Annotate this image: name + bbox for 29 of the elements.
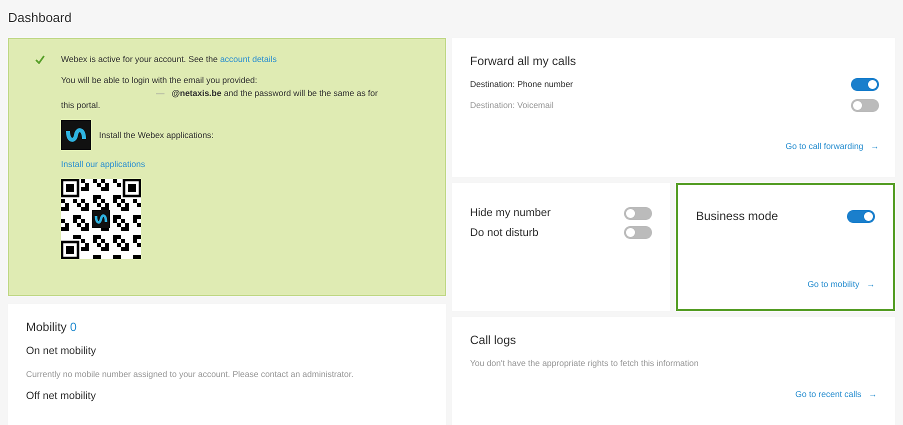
toggle-switch[interactable] bbox=[624, 206, 652, 220]
count-link[interactable]: 0 bbox=[70, 320, 77, 334]
toggle-switch[interactable] bbox=[847, 210, 875, 222]
destination-label: Destination: Phone number bbox=[470, 78, 574, 91]
toggle-switch[interactable] bbox=[851, 78, 879, 91]
page-title: Dashboard bbox=[7, 9, 73, 27]
install-text: Install the Webex applications: bbox=[99, 128, 214, 142]
install-link[interactable]: Install our applications bbox=[61, 158, 146, 171]
login-text: You will be able to login with the email you provided: — @netaxis.be and the password will be the same as for this portal. bbox=[61, 74, 379, 112]
destination-label: Destination: Voicemail bbox=[470, 99, 554, 112]
call-forwarding-link[interactable]: Go to call forwarding → bbox=[785, 140, 879, 153]
card-title: Forward all my calls bbox=[470, 53, 578, 70]
section-title: On net mobility bbox=[26, 344, 98, 359]
check-icon bbox=[35, 55, 45, 64]
app-logo-icon bbox=[61, 120, 91, 150]
info-text: Currently no mobile number assigned to your account. Please contact an administrator. bbox=[26, 368, 354, 380]
card-title: Call logs bbox=[470, 332, 518, 349]
mobility-link[interactable]: Go to mobility → bbox=[807, 278, 875, 291]
setting-label: Do not disturb bbox=[470, 226, 538, 240]
toggle-switch[interactable] bbox=[624, 226, 652, 240]
status-text: Webex is active for your account. See the account details bbox=[61, 53, 278, 66]
info-text: You don't have the appropriate rights to fetch this information bbox=[470, 357, 700, 370]
business-mode-card[interactable]: Business mode Go to mobility → bbox=[676, 183, 895, 311]
card-title: Mobility bbox=[26, 320, 67, 334]
section-title: Off net mobility bbox=[26, 388, 97, 404]
setting-label: Hide my number bbox=[470, 206, 551, 221]
account-details-link[interactable]: account details bbox=[220, 54, 277, 64]
setting-label: Business mode bbox=[696, 208, 778, 225]
recent-calls-link[interactable]: Go to recent calls → bbox=[795, 388, 877, 400]
